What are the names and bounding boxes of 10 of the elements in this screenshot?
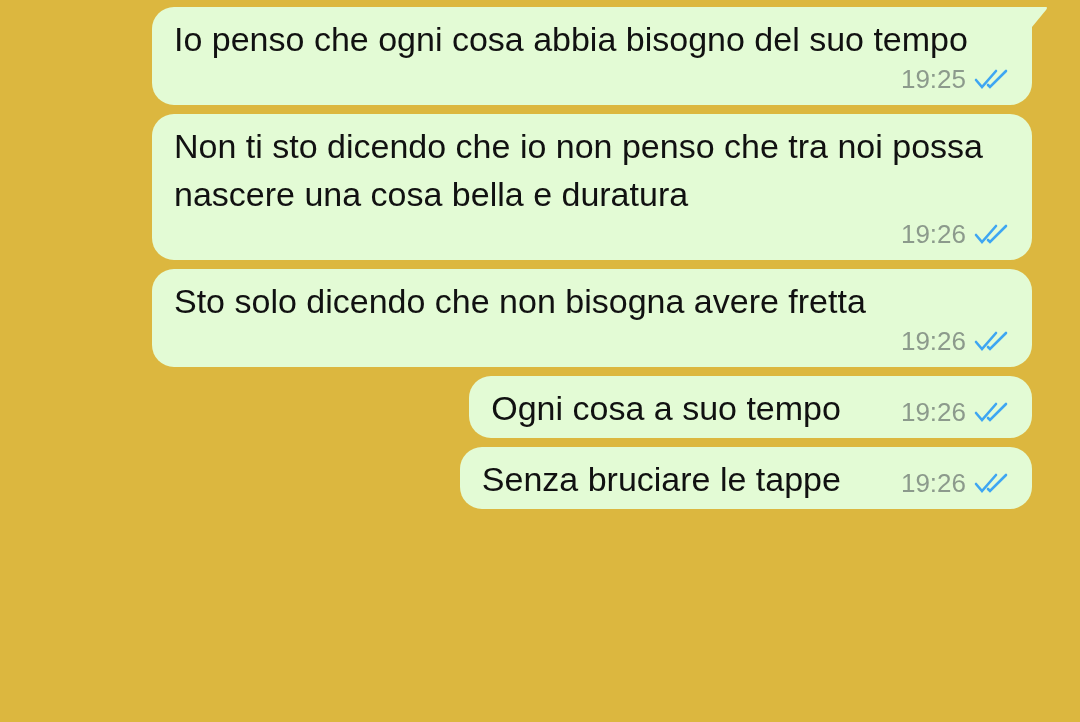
- message-text: Non ti sto dicendo che io non penso che tra noi possa nascere una cosa bella e duratura: [174, 126, 984, 215]
- message-text: Sto solo dicendo che non bisogna avere fretta: [174, 281, 866, 322]
- message-text: Io penso che ogni cosa abbia bisogno del suo tempo: [174, 19, 968, 60]
- message-time: 19:26: [900, 325, 966, 357]
- message-text: Senza bruciare le tappe: [481, 459, 841, 500]
- message-time: 19:25: [900, 63, 966, 95]
- message-time: 19:26: [900, 467, 966, 499]
- message-time: 19:26: [900, 218, 966, 250]
- message-time: 19:26: [900, 396, 966, 428]
- message-text: Ogni cosa a suo tempo: [491, 388, 841, 429]
